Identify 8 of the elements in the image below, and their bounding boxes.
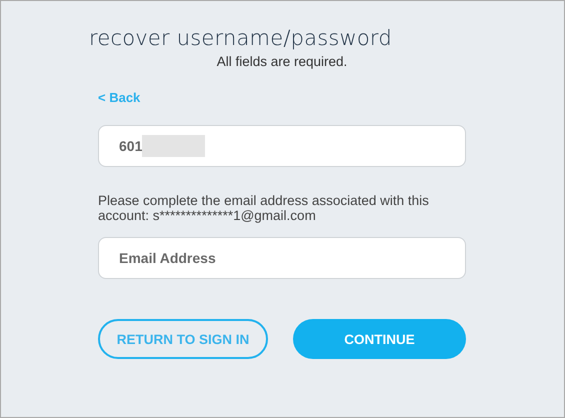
page-title: recover username/password: [89, 26, 392, 50]
back-link[interactable]: < Back: [98, 90, 140, 105]
return-button[interactable]: RETURN TO SIGN IN: [98, 319, 268, 359]
continue-button[interactable]: CONTINUE: [293, 319, 466, 359]
required-note: All fields are required.: [216, 54, 348, 69]
email-field[interactable]: Email Address: [98, 237, 466, 279]
account-field[interactable]: 601: [98, 125, 466, 167]
instruction-text: Please complete the email address associated with this account: s**************1@gmail.com: [98, 193, 430, 223]
